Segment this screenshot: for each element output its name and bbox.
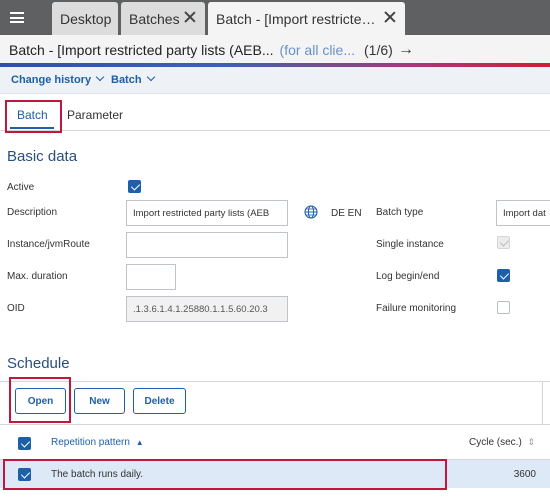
tab-batch[interactable]: Batch — [17, 108, 48, 122]
tab-batches[interactable]: Batches — [121, 2, 205, 35]
delete-button[interactable]: Delete — [133, 388, 186, 414]
active-label: Active — [7, 182, 35, 193]
menu-icon — [9, 12, 24, 23]
tab-parameter[interactable]: Parameter — [67, 108, 123, 122]
schedule-table-header: Repetition pattern ▲ Cycle (sec.) ⇕ — [0, 424, 550, 460]
select-all-checkbox[interactable] — [18, 437, 31, 450]
delete-button-label: Delete — [144, 395, 175, 407]
batch-type-label: Batch type — [376, 207, 424, 218]
new-button[interactable]: New — [74, 388, 125, 414]
tab-desktop-label: Desktop — [60, 10, 112, 27]
language-codes[interactable]: DE EN — [331, 208, 362, 219]
single-instance-checkbox — [497, 236, 510, 249]
new-button-label: New — [89, 395, 110, 407]
open-button-label: Open — [27, 395, 54, 407]
tab-batch-detail-label: Batch - [Import restricted ... — [216, 10, 380, 27]
basic-data-heading: Basic data — [7, 148, 78, 165]
log-begin-end-label: Log begin/end — [376, 271, 440, 282]
cycle-header-label: Cycle (sec.) — [469, 437, 522, 448]
action-bar: Change history Batch — [0, 67, 550, 94]
row-checkbox[interactable] — [18, 468, 31, 481]
chevron-down-icon — [95, 72, 105, 82]
log-begin-end-checkbox[interactable] — [497, 269, 510, 282]
row-cycle-value: 3600 — [513, 469, 536, 480]
top-tab-bar: Desktop Batches Batch - [Import restrict… — [0, 0, 550, 35]
oid-label: OID — [7, 303, 25, 314]
page-title: Batch - [Import restricted party lists (… — [9, 42, 274, 58]
batch-type-input[interactable]: Import dat — [496, 200, 550, 226]
description-input[interactable]: Import restricted party lists (AEB — [126, 200, 288, 226]
tab-batches-label: Batches — [129, 10, 180, 27]
instance-label: Instance/jvmRoute — [7, 239, 90, 250]
repetition-pattern-header-label: Repetition pattern — [51, 437, 130, 448]
change-history-label: Change history — [11, 74, 92, 86]
sort-ascending-icon: ▲ — [135, 438, 144, 447]
tab-batch-detail[interactable]: Batch - [Import restricted ... — [208, 2, 405, 35]
max-duration-label: Max. duration — [7, 271, 68, 282]
batch-menu-label: Batch — [111, 74, 142, 86]
open-button[interactable]: Open — [15, 388, 66, 414]
sort-icon: ⇕ — [527, 437, 536, 447]
active-tab-indicator — [10, 127, 54, 129]
active-checkbox[interactable] — [128, 180, 141, 193]
globe-icon[interactable] — [304, 205, 318, 219]
toolbar-divider — [542, 381, 543, 424]
sub-tabs: Batch Parameter — [0, 94, 550, 131]
close-icon[interactable] — [183, 10, 197, 24]
single-instance-label: Single instance — [376, 239, 444, 250]
chevron-down-icon — [146, 72, 155, 82]
column-header-repetition-pattern[interactable]: Repetition pattern ▲ — [51, 437, 144, 448]
next-record-arrow-icon[interactable]: → — [398, 41, 414, 59]
close-icon[interactable] — [383, 10, 397, 24]
title-bar: Batch - [Import restricted party lists (… — [0, 35, 550, 65]
batch-menu[interactable]: Batch — [111, 72, 155, 86]
page-subtitle-link[interactable]: (for all clie... — [280, 42, 355, 58]
record-counter: (1/6) — [364, 42, 393, 58]
max-duration-input[interactable] — [126, 264, 176, 290]
column-header-cycle[interactable]: Cycle (sec.) ⇕ — [469, 437, 535, 448]
change-history-menu[interactable]: Change history — [11, 72, 105, 86]
tab-desktop[interactable]: Desktop — [52, 2, 118, 35]
table-row[interactable]: The batch runs daily. 3600 — [0, 460, 550, 488]
failure-monitoring-checkbox[interactable] — [497, 301, 510, 314]
row-repetition-pattern: The batch runs daily. — [51, 469, 144, 480]
instance-input[interactable] — [126, 232, 288, 258]
oid-field: .1.3.6.1.4.1.25880.1.1.5.60.20.3 — [126, 296, 288, 322]
hamburger-menu-button[interactable] — [0, 0, 33, 35]
schedule-heading: Schedule — [7, 355, 70, 372]
description-label: Description — [7, 207, 58, 218]
failure-monitoring-label: Failure monitoring — [376, 303, 457, 314]
